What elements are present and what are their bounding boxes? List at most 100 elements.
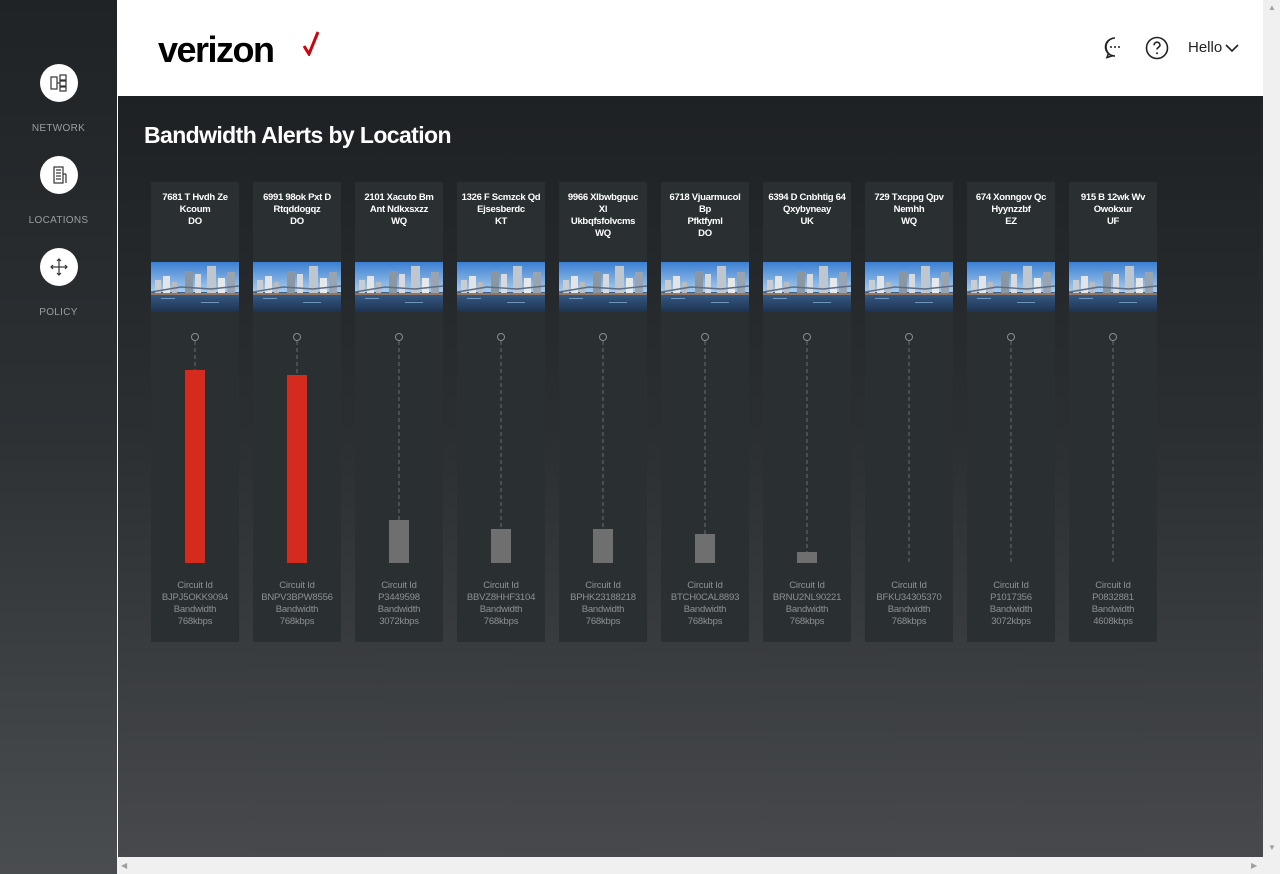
meter-top-marker <box>701 333 709 341</box>
location-card[interactable]: 6394 D Cnbhtig 64 Qxybyneay UK Circuit Id BR… <box>763 182 851 642</box>
chat-bubble-icon[interactable] <box>1103 36 1127 60</box>
scroll-down-icon[interactable]: ▼ <box>1268 843 1276 852</box>
location-name-line: 1326 F Scmzck Qd <box>461 192 541 203</box>
circuit-info: Circuit Id BNPV3BPW8556 Bandwidth 768kbps <box>253 580 341 628</box>
location-name-line: Ejsesberdc <box>477 204 525 215</box>
help-circle-icon[interactable] <box>1145 36 1169 60</box>
usage-bar <box>695 534 715 563</box>
location-name-line: 6718 Vjuarmucol <box>669 192 741 203</box>
location-card[interactable]: 674 Xonngov Qc Hyynzzbf EZ Circuit Id P10173… <box>967 182 1055 642</box>
circuit-id: P0832881 <box>1092 592 1134 603</box>
bandwidth-value: 768kbps <box>483 616 519 627</box>
location-card[interactable]: 915 B 12wk Wv Owokxur UF Circuit Id P0832881… <box>1069 182 1157 642</box>
location-name-line: WQ <box>595 228 611 239</box>
bandwidth-value: 768kbps <box>789 616 825 627</box>
location-name-line: 674 Xonngov Qc <box>975 192 1047 203</box>
location-photo <box>253 262 341 312</box>
location-card[interactable]: 7681 T Hvdh Ze Kcoum DO Circuit Id BJPJ5OKK9… <box>151 182 239 642</box>
circuit-info: Circuit Id BPHK23188218 Bandwidth 768kbps <box>559 580 647 628</box>
chevron-down-icon <box>1225 43 1239 52</box>
horizontal-scrollbar[interactable]: ◀ ▶ <box>117 857 1263 874</box>
bandwidth-value: 768kbps <box>177 616 213 627</box>
location-name-line: UF <box>1106 216 1120 227</box>
sidebar-item-label: NETWORK <box>31 123 86 134</box>
location-photo <box>967 262 1055 312</box>
circuit-label: Circuit Id <box>483 580 519 591</box>
location-photo <box>865 262 953 312</box>
location-photo <box>355 262 443 312</box>
bandwidth-meter <box>287 333 307 563</box>
location-name: 9966 Xlbwbgquc Xl Ukbqfsfolvcms WQ <box>559 192 647 240</box>
circuit-id: BTCH0CAL8893 <box>670 592 740 603</box>
bandwidth-label: Bandwidth <box>1091 604 1135 615</box>
bandwidth-label: Bandwidth <box>989 604 1033 615</box>
bandwidth-meter <box>905 333 913 563</box>
meter-top-marker <box>497 333 505 341</box>
location-name-line: EZ <box>1005 216 1017 227</box>
location-name: 6394 D Cnbhtig 64 Qxybyneay UK <box>763 192 851 228</box>
circuit-info: Circuit Id BJPJ5OKK9094 Bandwidth 768kbps <box>151 580 239 628</box>
bandwidth-label: Bandwidth <box>887 604 931 615</box>
location-name-line: WQ <box>901 216 917 227</box>
location-name: 7681 T Hvdh Ze Kcoum DO <box>151 192 239 228</box>
user-menu[interactable]: Hello <box>1188 39 1239 56</box>
circuit-id: P1017356 <box>990 592 1032 603</box>
meter-top-marker <box>1007 333 1015 341</box>
meter-top-marker <box>803 333 811 341</box>
verizon-logo: verizon <box>158 29 275 70</box>
circuit-info: Circuit Id BFKU34305370 Bandwidth 768kbps <box>865 580 953 628</box>
location-card[interactable]: 1326 F Scmzck Qd Ejsesberdc KT Circuit Id BB… <box>457 182 545 642</box>
sidebar: NETWORK LOCATIONS POLICY <box>0 0 117 874</box>
location-name-line: Pfktfyml <box>687 216 723 227</box>
location-name: 2101 Xacuto Bm Ant Ndkxsxzz WQ <box>355 192 443 228</box>
location-name-line: KT <box>494 216 508 227</box>
circuit-info: Circuit Id P3449598 Bandwidth 3072kbps <box>355 580 443 628</box>
network-icon <box>39 64 78 102</box>
location-card[interactable]: 2101 Xacuto Bm Ant Ndkxsxzz WQ Circuit Id P3… <box>355 182 443 642</box>
circuit-info: Circuit Id BBVZ8HHF3104 Bandwidth 768kbps <box>457 580 545 628</box>
bandwidth-label: Bandwidth <box>173 604 217 615</box>
bandwidth-meter <box>389 333 409 563</box>
location-name-line: 6991 98ok Pxt D <box>263 192 331 203</box>
bandwidth-value: 768kbps <box>279 616 315 627</box>
location-name-line: Owokxur <box>1093 204 1133 215</box>
circuit-id: BJPJ5OKK9094 <box>161 592 229 603</box>
location-name: 674 Xonngov Qc Hyynzzbf EZ <box>967 192 1055 228</box>
user-greeting: Hello <box>1188 39 1223 56</box>
sidebar-item-locations[interactable]: LOCATIONS <box>0 156 117 226</box>
bandwidth-value: 768kbps <box>891 616 927 627</box>
scroll-left-icon[interactable]: ◀ <box>121 861 127 870</box>
circuit-id: BBVZ8HHF3104 <box>466 592 536 603</box>
location-name-line: WQ <box>391 216 407 227</box>
circuit-id: BNPV3BPW8556 <box>261 592 333 603</box>
location-card[interactable]: 729 Txcppg Qpv Nemhh WQ Circuit Id BFKU34305… <box>865 182 953 642</box>
bandwidth-meter <box>1007 333 1015 563</box>
scroll-right-icon[interactable]: ▶ <box>1251 861 1257 870</box>
bandwidth-meter <box>593 333 613 563</box>
location-name: 1326 F Scmzck Qd Ejsesberdc KT <box>457 192 545 228</box>
bandwidth-label: Bandwidth <box>479 604 523 615</box>
bandwidth-meter <box>797 333 817 563</box>
location-card[interactable]: 9966 Xlbwbgquc Xl Ukbqfsfolvcms WQ Circuit I… <box>559 182 647 642</box>
sidebar-item-network[interactable]: NETWORK <box>0 64 117 134</box>
vertical-scrollbar[interactable]: ▲ ▼ <box>1263 0 1280 874</box>
location-name: 6991 98ok Pxt D Rtqddogqz DO <box>253 192 341 228</box>
location-name-line: UK <box>800 216 814 227</box>
scroll-up-icon[interactable]: ▲ <box>1268 3 1276 12</box>
bandwidth-label: Bandwidth <box>581 604 625 615</box>
sidebar-item-policy[interactable]: POLICY <box>0 248 117 318</box>
circuit-label: Circuit Id <box>993 580 1029 591</box>
location-name-line: 9966 Xlbwbgquc <box>567 192 639 203</box>
location-name-line: DO <box>698 228 712 239</box>
location-card[interactable]: 6991 98ok Pxt D Rtqddogqz DO Circuit Id BNPV… <box>253 182 341 642</box>
circuit-label: Circuit Id <box>585 580 621 591</box>
circuit-label: Circuit Id <box>687 580 723 591</box>
main-content: Bandwidth Alerts by Location 7681 T Hvdh… <box>118 96 1263 857</box>
circuit-id: BFKU34305370 <box>876 592 942 603</box>
location-photo <box>457 262 545 312</box>
circuit-id: BRNU2NL90221 <box>772 592 842 603</box>
location-card[interactable]: 6718 Vjuarmucol Bp Pfktfyml DO Circuit Id BTC… <box>661 182 749 642</box>
meter-top-marker <box>293 333 301 341</box>
location-name-line: Nemhh <box>893 204 925 215</box>
location-name-line: Hyynzzbf <box>991 204 1031 215</box>
